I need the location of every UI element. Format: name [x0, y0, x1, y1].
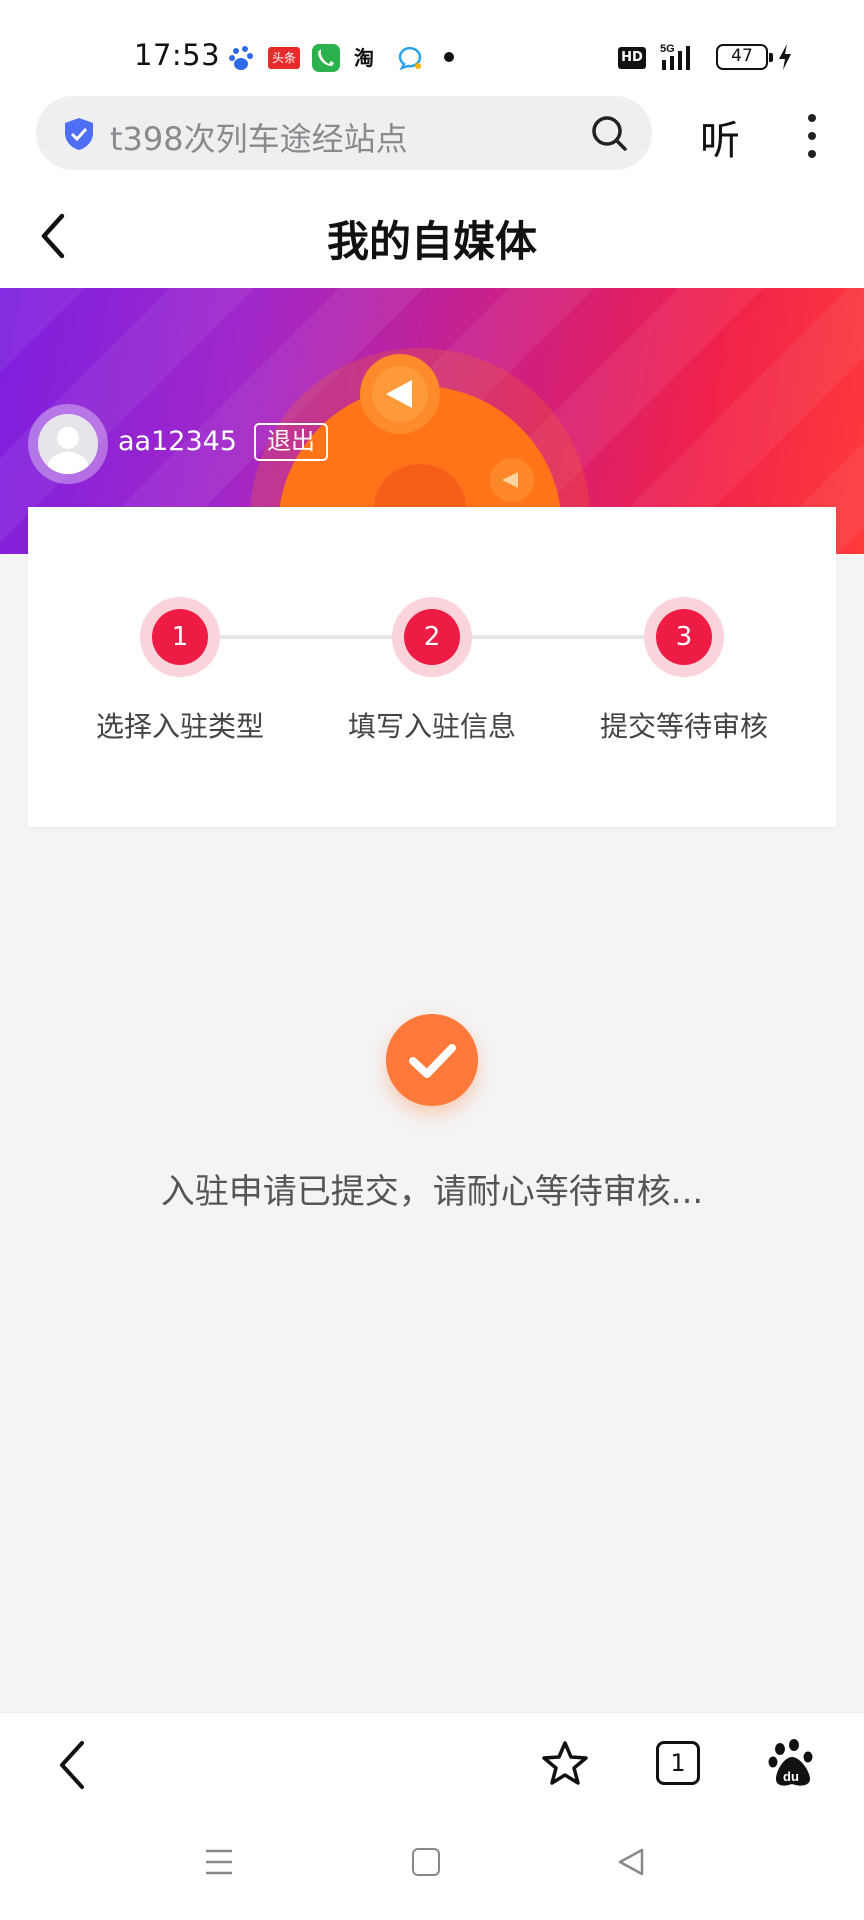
page-title: 我的自媒体 — [326, 217, 537, 266]
username: aa12345 — [118, 426, 237, 457]
steps-card: 1 2 3 选择入驻类型 填写入驻信息 提交等待审核 — [28, 507, 836, 827]
nav-back-icon[interactable] — [616, 1846, 646, 1878]
toutiao-notification-icon: 头条 — [268, 47, 300, 69]
signal-icon: 5G — [660, 43, 690, 70]
chat-notification-icon — [398, 46, 422, 71]
step-indicator-2: 2 — [392, 597, 472, 677]
status-time: 17:53 — [134, 38, 221, 72]
search-box[interactable]: t398次列车途经站点 — [36, 96, 652, 170]
step-indicator-3: 3 — [644, 597, 724, 677]
more-icon[interactable] — [802, 112, 822, 160]
phone-notification-icon — [312, 44, 340, 72]
hd-badge: HD — [618, 47, 646, 69]
back-arrow-icon[interactable] — [32, 208, 76, 264]
network-type: 5G — [660, 43, 675, 55]
browser-toolbar: 1 du — [0, 1712, 864, 1812]
status-bar: 17:53 头条 淘 HD 5G 47 — [0, 0, 864, 86]
charging-icon — [779, 44, 791, 70]
svg-text:du: du — [783, 1769, 799, 1784]
system-navigation-bar — [0, 1812, 864, 1920]
more-notifications-dot — [444, 52, 454, 62]
logout-button[interactable]: 退出 — [254, 423, 328, 461]
search-input[interactable]: t398次列车途经站点 — [110, 114, 408, 160]
default-avatar-icon — [48, 427, 88, 474]
baidu-icon[interactable]: du — [768, 1737, 816, 1789]
browser-search-row: t398次列车途经站点 听 — [0, 86, 864, 186]
menu-icon[interactable] — [204, 1846, 234, 1878]
search-icon[interactable] — [588, 112, 630, 154]
page-header: 我的自媒体 — [0, 186, 864, 288]
back-icon[interactable] — [52, 1737, 92, 1793]
submission-message: 入驻申请已提交，请耐心等待审核... — [160, 1172, 704, 1212]
step-label: 填写入驻信息 — [347, 710, 516, 743]
listen-button[interactable]: 听 — [700, 108, 740, 166]
step-indicator-1: 1 — [140, 597, 220, 677]
star-icon[interactable] — [540, 1739, 590, 1789]
taobao-notification-icon: 淘 — [354, 46, 374, 70]
step-label: 提交等待审核 — [599, 710, 768, 743]
step-number: 1 — [152, 609, 208, 665]
avatar[interactable] — [38, 414, 98, 474]
shield-icon — [65, 118, 93, 150]
step-number: 2 — [404, 609, 460, 665]
battery-indicator: 47 — [716, 44, 773, 70]
tabs-button[interactable]: 1 — [656, 1741, 700, 1785]
check-icon — [386, 1014, 478, 1106]
step-number: 3 — [656, 609, 712, 665]
step-label: 选择入驻类型 — [95, 710, 264, 743]
home-icon[interactable] — [412, 1848, 440, 1876]
baidu-notification-icon — [229, 46, 253, 70]
